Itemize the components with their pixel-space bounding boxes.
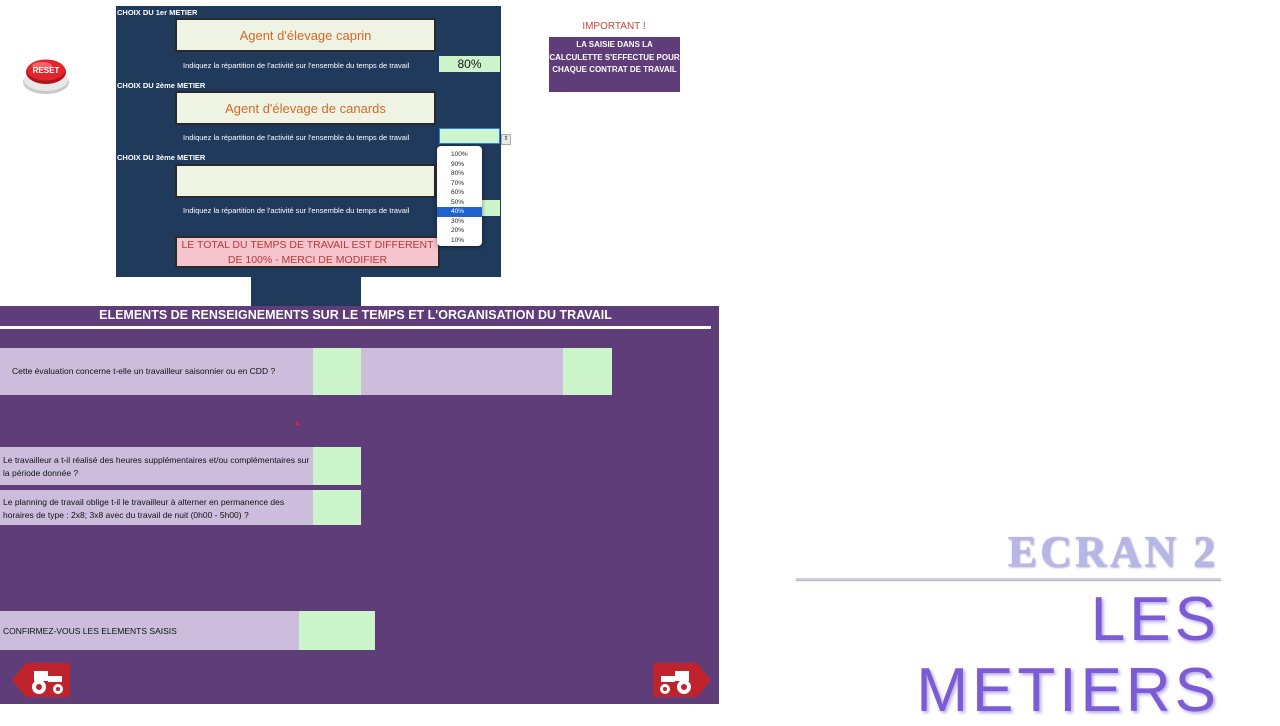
dropdown-option[interactable]: 40% [437, 207, 482, 217]
question-overtime: Le travailleur a t-il réalisé des heures… [0, 447, 313, 485]
confirm-label: CONFIRMEZ-VOUS LES ELEMENTS SAISIS [0, 611, 299, 650]
confirm-answer[interactable] [299, 611, 375, 650]
job2-selector[interactable]: Agent d'élevage de canards [175, 91, 436, 125]
job2-repartition-label: Indiquez la répartition de l'activité su… [183, 133, 410, 142]
job1-percent-field[interactable]: 80% [439, 56, 500, 72]
job2-section-label: CHOIX DU 2ème METIER [117, 81, 206, 90]
dropdown-option[interactable]: 50% [437, 198, 482, 208]
job2-percent-field[interactable] [439, 128, 500, 144]
total-error-alert: LE TOTAL DU TEMPS DE TRAVAIL EST DIFFERE… [175, 236, 440, 268]
dropdown-option[interactable]: 70% [437, 179, 482, 189]
title-divider [0, 326, 711, 329]
dropdown-arrow-icon[interactable]: ⇕ [501, 134, 511, 145]
tractor-left-arrow-icon [12, 663, 70, 697]
watermark-divider [796, 578, 1221, 580]
panel-connector [251, 277, 361, 307]
section-title: ELEMENTS DE RENSEIGNEMENTS SUR LE TEMPS … [99, 308, 612, 322]
job1-section-label: CHOIX DU 1er METIER [117, 8, 198, 17]
next-screen-button[interactable] [653, 663, 711, 697]
reset-button[interactable]: RESET [22, 58, 70, 96]
dropdown-option[interactable]: 30% [437, 217, 482, 227]
red-marker [296, 422, 299, 425]
important-message: LA SAISIE DANS LA CALCULETTE S'EFFECTUE … [549, 37, 680, 92]
cdd-details-cell [361, 348, 563, 395]
screen-number-watermark: ECRAN 2 [1007, 527, 1218, 576]
answer-overtime[interactable] [313, 447, 361, 485]
dropdown-option[interactable]: 60% [437, 188, 482, 198]
percent-dropdown-list[interactable]: 100% 90% 80% 70% 60% 50% 40% 30% 20% 10% [437, 146, 482, 246]
answer-shift-schedule[interactable] [313, 490, 361, 525]
job1-selector[interactable]: Agent d'élevage caprin [175, 18, 436, 52]
answer-seasonal-cdd[interactable] [313, 348, 361, 395]
dropdown-option[interactable]: 80% [437, 169, 482, 179]
dropdown-option[interactable]: 20% [437, 226, 482, 236]
screen-title-watermark: LES METIERS [916, 585, 1220, 725]
reset-label: RESET [33, 66, 60, 75]
answer-cdd-details[interactable] [563, 348, 612, 395]
important-title: IMPORTANT ! [582, 21, 646, 32]
job3-repartition-label: Indiquez la répartition de l'activité su… [183, 206, 410, 215]
job3-section-label: CHOIX DU 3ème METIER [117, 153, 206, 162]
reset-icon: RESET [23, 59, 69, 94]
dropdown-option[interactable]: 90% [437, 160, 482, 170]
previous-screen-button[interactable] [12, 663, 70, 697]
work-info-panel: ELEMENTS DE RENSEIGNEMENTS SUR LE TEMPS … [0, 306, 719, 704]
dropdown-option[interactable]: 100% [437, 150, 482, 160]
dropdown-option[interactable]: 10% [437, 236, 482, 246]
tractor-right-arrow-icon [653, 663, 711, 697]
job3-selector[interactable] [175, 164, 436, 198]
question-shift-schedule: Le planning de travail oblige t-il le tr… [0, 490, 313, 525]
question-seasonal-cdd: Cette évaluation concerne t-elle un trav… [0, 348, 313, 395]
job1-repartition-label: Indiquez la répartition de l'activité su… [183, 61, 410, 70]
